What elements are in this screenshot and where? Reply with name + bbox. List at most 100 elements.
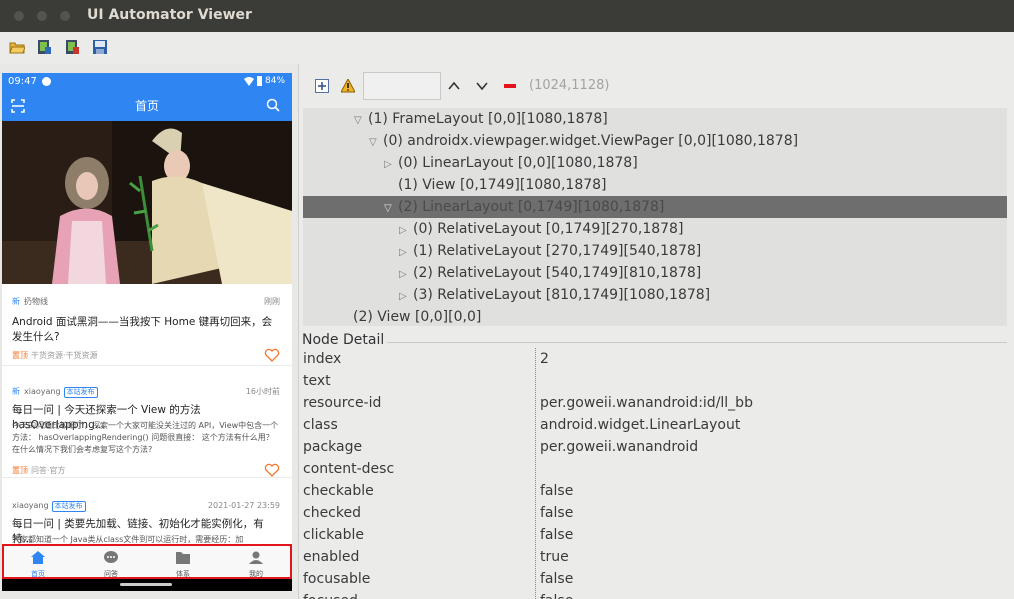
chevron-up-icon[interactable] (447, 79, 461, 93)
banner-image[interactable] (2, 121, 292, 284)
tree-expand-icon[interactable]: ▷ (399, 220, 413, 242)
favorite-heart-icon[interactable] (264, 347, 280, 363)
tree-expand-icon[interactable]: ▷ (384, 154, 398, 176)
window-title: UI Automator Viewer (87, 7, 252, 23)
new-label: 新 (12, 297, 20, 306)
property-row[interactable]: text (299, 370, 1014, 392)
article-badge: 本站发布 (51, 501, 86, 512)
nav-item-home[interactable]: 首页 (18, 549, 58, 579)
tree-collapse-icon[interactable]: ▽ (354, 110, 368, 132)
inspector-panel: (1024,1128) ▽ (1) FrameLayout [0,0][1080,… (298, 64, 1014, 599)
tree-node[interactable]: ▷ (0) LinearLayout [0,0][1080,1878] (303, 152, 1007, 174)
article-item[interactable]: 新 xiaoyang 本站发布 16小时前 每日一问 | 今天还探索一个 View … (2, 366, 292, 478)
tree-node[interactable]: ▷ (0) RelativeLayout [0,1749][270,1878] (303, 218, 1007, 240)
tree-node[interactable]: ▷ (2) RelativeLayout [540,1749][810,1878] (303, 262, 1007, 284)
warning-icon[interactable] (341, 79, 355, 93)
property-row[interactable]: clickable false (299, 524, 1014, 546)
battery-level: 84% (265, 76, 286, 86)
bottom-navigation-highlight[interactable]: 首页 问答 体系 我的 (2, 544, 292, 579)
ui-hierarchy-tree[interactable]: ▽ (1) FrameLayout [0,0][1080,1878] ▽ (0) an… (303, 108, 1007, 326)
property-row[interactable]: class android.widget.LinearLayout (299, 414, 1014, 436)
property-key: package (303, 439, 363, 455)
tree-node[interactable]: ▷ (3) RelativeLayout [810,1749][1080,1878… (303, 284, 1007, 306)
favorite-heart-icon[interactable] (264, 462, 280, 478)
article-category: 问答·官方 (31, 466, 66, 475)
gesture-bar (2, 579, 292, 591)
save-icon[interactable] (92, 39, 108, 55)
chevron-down-icon[interactable] (475, 79, 489, 93)
maximize-window-button[interactable] (60, 11, 70, 21)
nav-label: 问答 (104, 570, 118, 578)
article-author: xiaoyang (24, 387, 61, 396)
property-row[interactable]: focused false (299, 590, 1014, 599)
property-row[interactable]: enabled true (299, 546, 1014, 568)
tree-collapse-icon[interactable]: ▽ (369, 132, 383, 154)
article-tags: 置顶 干货资源·干货资源 (12, 350, 98, 361)
tree-expand-icon[interactable]: ▷ (399, 242, 413, 264)
property-row[interactable]: focusable false (299, 568, 1014, 590)
tree-expand-icon[interactable]: ▷ (399, 264, 413, 286)
status-bar: 09:47 84% (2, 73, 292, 90)
minimize-window-button[interactable] (37, 11, 47, 21)
tree-node[interactable]: ▽ (1) FrameLayout [0,0][1080,1878] (303, 108, 1007, 130)
nav-item-mine[interactable]: 我的 (236, 549, 276, 579)
property-key: checked (303, 505, 361, 521)
property-row[interactable]: checked false (299, 502, 1014, 524)
property-row[interactable]: checkable false (299, 480, 1014, 502)
property-value: false (540, 483, 574, 499)
nav-item-system[interactable]: 体系 (163, 549, 203, 579)
tree-node[interactable]: ▷ (1) RelativeLayout [270,1749][540,1878] (303, 240, 1007, 262)
battery-icon (257, 76, 262, 86)
property-row[interactable]: content-desc (299, 458, 1014, 480)
search-input[interactable] (363, 72, 441, 100)
tree-expand-icon[interactable]: ▷ (399, 286, 413, 308)
property-row[interactable]: resource-id per.goweii.wanandroid:id/ll_b… (299, 392, 1014, 414)
clear-search-icon[interactable] (503, 79, 517, 93)
close-window-button[interactable] (14, 11, 24, 21)
property-key: focused (303, 590, 358, 599)
pinned-label: 置顶 (12, 466, 28, 475)
tree-node[interactable]: (1) View [0,1749][1080,1878] (303, 174, 1007, 196)
search-icon[interactable] (266, 98, 280, 112)
tree-node-label: (1) View [0,1749][1080,1878] (398, 177, 607, 193)
pinned-label: 置顶 (12, 351, 28, 360)
property-key: clickable (303, 527, 365, 543)
app-title: 首页 (134, 99, 159, 113)
nav-label: 首页 (31, 570, 45, 578)
tree-node[interactable]: ▽ (2) LinearLayout [0,1749][1080,1878] (303, 196, 1007, 218)
article-badge: 本站发布 (63, 387, 98, 398)
chat-icon (104, 551, 118, 563)
property-value: 2 (540, 351, 549, 367)
property-key: index (303, 351, 342, 367)
tree-node[interactable]: ▽ (0) androidx.viewpager.widget.ViewPager… (303, 130, 1007, 152)
tree-toolbar: (1024,1128) (299, 72, 1014, 102)
home-icon (31, 551, 45, 564)
status-time: 09:47 (8, 76, 37, 87)
article-time: 16小时前 (245, 387, 280, 396)
expand-all-icon[interactable] (315, 79, 329, 93)
new-label: 新 (12, 387, 20, 396)
property-row[interactable]: index 2 (299, 348, 1014, 370)
tree-collapse-icon[interactable]: ▽ (384, 198, 398, 220)
article-item[interactable]: 新扔物线 刚刚 Android 面试黑洞——当我按下 Home 键再切回来，会发… (2, 284, 292, 366)
tree-node-label: (2) LinearLayout [0,1749][1080,1878] (398, 199, 665, 215)
article-time: 2021-01-27 23:59 (207, 501, 280, 510)
open-folder-icon[interactable] (9, 39, 25, 55)
node-detail-table[interactable]: index 2 text resource-id per.goweii.wanandro… (299, 348, 1014, 599)
article-tags: 置顶 问答·官方 (12, 465, 66, 476)
tree-node[interactable]: (2) View [0,0][0,0] (303, 306, 1007, 326)
article-item[interactable]: xiaoyang 本站发布 2021-01-27 23:59 每日一问 | 类要先… (2, 478, 292, 545)
article-meta: 新扔物线 (12, 296, 48, 307)
device-screenshot-icon[interactable] (36, 39, 52, 55)
article-description: 今天的问题比较细了，探索一个大家可能没关注过的 API，View中包含一个方法：… (12, 421, 279, 454)
article-category: 干货资源·干货资源 (31, 351, 98, 360)
property-value: false (540, 527, 574, 543)
folder-icon (176, 552, 190, 564)
property-key: content-desc (303, 461, 395, 477)
pointer-coordinates: (1024,1128) (529, 78, 610, 93)
device-screenshot-compressed-icon[interactable] (64, 39, 80, 55)
property-row[interactable]: package per.goweii.wanandroid (299, 436, 1014, 458)
wifi-icon (244, 77, 254, 86)
device-screenshot[interactable]: 09:47 84% 首页 新扔物线 刚刚 Android 面试黑洞——当我按下 … (2, 73, 292, 579)
nav-item-qa[interactable]: 问答 (91, 549, 131, 579)
